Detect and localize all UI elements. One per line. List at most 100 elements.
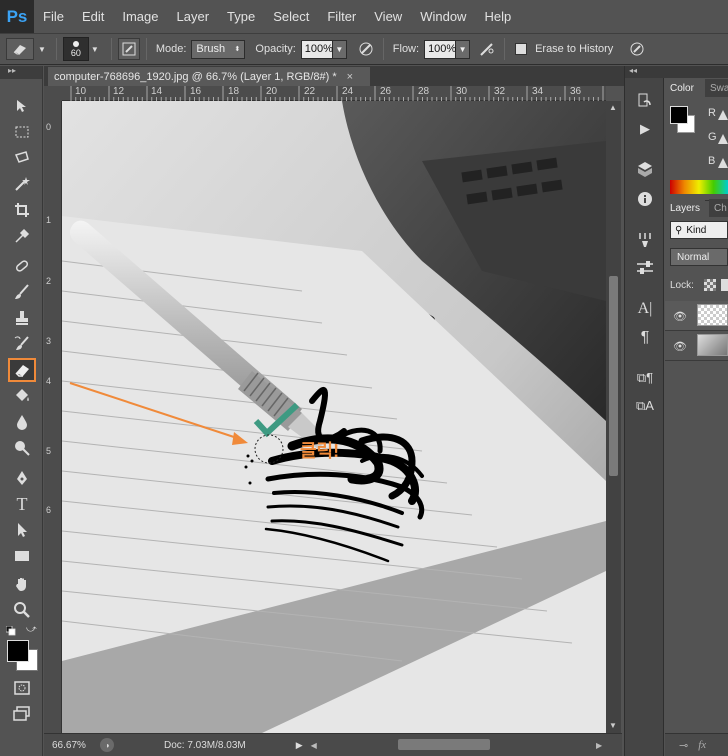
scroll-down-icon[interactable]: ▼ [609,721,617,730]
brush-presets-icon[interactable] [633,229,657,251]
scroll-up-icon[interactable]: ▲ [609,103,617,112]
blend-mode-select[interactable]: Normal [670,248,728,266]
status-menu-icon[interactable]: ▶ [296,740,303,751]
scroll-right-icon[interactable]: ▶ [596,741,602,750]
status-info-icon[interactable]: ◑ [100,738,114,752]
toolbar-collapse-icon[interactable]: ▸▸ [0,66,42,79]
menu-image[interactable]: Image [113,9,167,24]
ruler-label: 16 [190,86,202,97]
pressure-size-icon[interactable] [626,38,648,60]
brush-panel-toggle-icon[interactable] [117,38,140,60]
color-foreground-swatch[interactable] [670,106,688,124]
ruler-label: 10 [75,86,87,97]
menu-view[interactable]: View [365,9,411,24]
menu-filter[interactable]: Filter [318,9,365,24]
character-panel-icon[interactable]: A| [633,298,657,320]
marquee-tool-icon[interactable] [8,120,36,144]
zoom-level[interactable]: 66.67% [52,740,96,751]
screen-mode-icon[interactable] [8,702,36,726]
pen-tool-icon[interactable] [8,466,36,490]
quick-mask-icon[interactable] [8,676,36,700]
3d-panel-icon[interactable] [633,158,657,180]
document-canvas[interactable]: 클릭! [62,101,606,733]
lasso-tool-icon[interactable] [8,146,36,170]
rectangle-tool-icon[interactable] [8,544,36,568]
type-tool-icon[interactable]: T [8,492,36,516]
vertical-ruler[interactable]: 0 1 2 3 4 5 6 [44,101,62,733]
default-colors-icon[interactable] [5,625,16,636]
crop-tool-icon[interactable] [8,198,36,222]
airbrush-icon[interactable] [476,38,498,60]
tab-layers[interactable]: Layers [665,199,706,217]
eraser-tool-icon[interactable] [8,358,36,382]
layer-row-background[interactable]: 👁 [665,331,728,361]
link-layers-icon[interactable]: ⊸ [679,739,688,752]
tab-channels[interactable]: Ch [709,199,728,217]
pressure-opacity-icon[interactable] [355,38,377,60]
vertical-scroll-thumb[interactable] [609,276,618,476]
erase-to-history-checkbox[interactable] [515,43,528,55]
g-slider-icon[interactable] [718,134,728,144]
scroll-left-icon[interactable]: ◀ [311,741,317,750]
layer-row-layer-1[interactable]: 👁 [665,301,728,331]
history-brush-tool-icon[interactable] [8,332,36,356]
paragraph-panel-icon[interactable]: ¶ [633,327,657,349]
lock-transparency-icon[interactable] [704,279,716,291]
eraser-preset-icon[interactable] [6,38,34,60]
r-slider-icon[interactable] [718,110,728,120]
move-tool-icon[interactable] [8,94,36,118]
character-styles-icon[interactable]: ⧉A [633,395,657,417]
paint-bucket-tool-icon[interactable] [8,384,36,408]
color-spectrum[interactable] [670,180,728,194]
flow-dropdown-icon[interactable]: ▼ [456,39,471,59]
eye-icon[interactable]: 👁 [673,340,687,353]
mode-select[interactable]: Brush ⬍ [191,39,246,59]
opacity-input[interactable]: 100% [300,39,333,59]
vertical-scrollbar[interactable]: ▲ ▼ [606,101,621,733]
brush-size-dropdown-icon[interactable]: ▼ [91,45,99,54]
menu-layer[interactable]: Layer [168,9,219,24]
blur-tool-icon[interactable] [8,410,36,434]
menu-edit[interactable]: Edit [73,9,113,24]
dodge-tool-icon[interactable] [8,436,36,460]
swap-colors-icon[interactable]: ⤻ [26,624,38,636]
flow-input[interactable]: 100% [424,39,456,59]
dock-collapse-icon[interactable]: ◂◂ [625,66,665,78]
layer-filter-select[interactable]: ⚲ Kind [670,221,728,239]
info-panel-icon[interactable] [633,188,657,210]
foreground-color-swatch[interactable] [7,640,29,662]
b-slider-icon[interactable] [718,158,728,168]
eye-icon[interactable]: 👁 [673,310,687,323]
path-selection-tool-icon[interactable] [8,518,36,542]
menu-file[interactable]: File [34,9,73,24]
eyedropper-tool-icon[interactable] [8,224,36,248]
ruler-origin[interactable] [44,86,62,101]
menu-window[interactable]: Window [411,9,475,24]
brush-tool-icon[interactable] [8,280,36,304]
history-panel-icon[interactable] [633,90,657,112]
horizontal-scroll-thumb[interactable] [398,739,490,750]
menu-help[interactable]: Help [475,9,520,24]
ruler-label: 22 [304,86,316,97]
tab-swatches[interactable]: Swa [705,79,728,97]
clone-stamp-tool-icon[interactable] [8,306,36,330]
actions-panel-icon[interactable]: ▶ [633,118,657,140]
opacity-dropdown-icon[interactable]: ▼ [332,39,347,59]
horizontal-ruler[interactable]: 10 12 14 16 18 20 22 24 26 28 30 32 34 3… [62,86,606,101]
document-tab[interactable]: computer-768696_1920.jpg @ 66.7% (Layer … [48,67,370,86]
magic-wand-tool-icon[interactable] [8,172,36,196]
ruler-label: 6 [46,505,52,515]
hand-tool-icon[interactable] [8,572,36,596]
menu-type[interactable]: Type [218,9,264,24]
preset-dropdown-icon[interactable]: ▼ [38,45,46,54]
brush-size-picker[interactable]: 60 [62,37,89,61]
paragraph-styles-icon[interactable]: ⧉¶ [633,367,657,389]
tab-color[interactable]: Color [665,79,699,97]
layer-style-icon[interactable]: fx [698,739,706,751]
menu-select[interactable]: Select [264,9,318,24]
healing-brush-tool-icon[interactable] [8,254,36,278]
zoom-tool-icon[interactable] [8,598,36,622]
close-icon[interactable]: × [347,71,353,83]
lock-pixels-icon[interactable] [721,279,728,291]
adjustments-icon[interactable] [633,257,657,279]
